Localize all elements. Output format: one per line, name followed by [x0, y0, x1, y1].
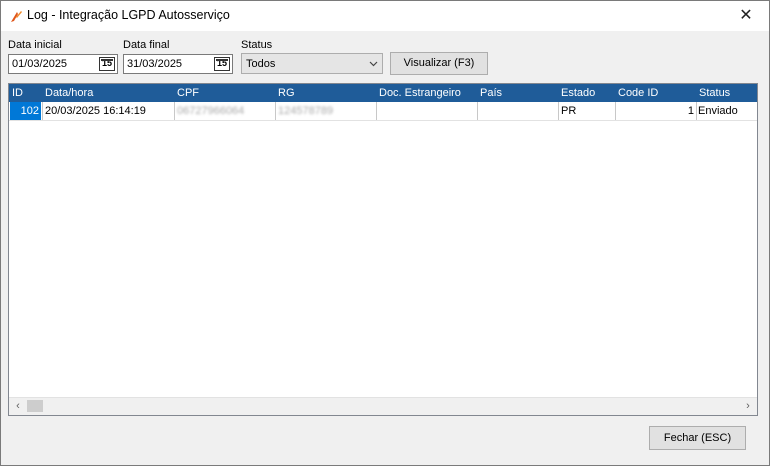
cell-id[interactable]: 102	[10, 102, 41, 120]
app-logo-icon	[11, 11, 22, 22]
calendar-icon[interactable]: 15	[99, 57, 115, 71]
column-header-rg[interactable]: RG	[278, 87, 295, 99]
column-divider	[42, 102, 43, 120]
cell-cpf[interactable]: 06727966064	[177, 102, 244, 120]
scrollbar-thumb[interactable]	[27, 400, 43, 412]
dialog-window: Log - Integração LGPD Autosserviço ✕ Dat…	[0, 0, 770, 466]
column-header-id[interactable]: ID	[12, 87, 23, 99]
scroll-right-icon[interactable]: ›	[741, 399, 755, 413]
column-header-data-hora[interactable]: Data/hora	[45, 87, 93, 99]
column-header-doc-estrangeiro[interactable]: Doc. Estrangeiro	[379, 87, 461, 99]
chevron-down-icon	[369, 61, 378, 67]
horizontal-scrollbar[interactable]: ‹ ›	[9, 397, 757, 415]
data-final-label: Data final	[123, 39, 170, 51]
scroll-left-icon[interactable]: ‹	[11, 399, 25, 413]
table-header: ID Data/hora CPF RG Doc. Estrangeiro Paí…	[9, 84, 757, 102]
log-table[interactable]: ID Data/hora CPF RG Doc. Estrangeiro Paí…	[8, 83, 758, 416]
data-inicial-value: 01/03/2025	[12, 58, 68, 70]
column-header-cpf[interactable]: CPF	[177, 87, 199, 99]
data-inicial-field[interactable]: 01/03/2025 15	[8, 54, 118, 74]
cell-estado[interactable]: PR	[561, 102, 576, 120]
column-divider	[615, 102, 616, 120]
status-select[interactable]: Todos	[241, 53, 383, 74]
column-divider	[696, 102, 697, 120]
calendar-icon[interactable]: 15	[214, 57, 230, 71]
column-header-status[interactable]: Status	[699, 87, 730, 99]
data-inicial-label: Data inicial	[8, 39, 62, 51]
column-divider	[558, 102, 559, 120]
column-divider	[477, 102, 478, 120]
cell-doc-estrangeiro[interactable]	[379, 102, 477, 120]
column-divider	[275, 102, 276, 120]
cell-code-id[interactable]: 1	[616, 102, 694, 120]
column-header-estado[interactable]: Estado	[561, 87, 595, 99]
visualizar-button[interactable]: Visualizar (F3)	[390, 52, 488, 75]
title-bar: Log - Integração LGPD Autosserviço ✕	[1, 1, 769, 31]
status-select-value: Todos	[246, 58, 276, 70]
column-header-code-id[interactable]: Code ID	[618, 87, 658, 99]
window-title: Log - Integração LGPD Autosserviço	[27, 8, 230, 22]
table-row[interactable]: 102 20/03/2025 16:14:19 06727966064 1245…	[9, 102, 757, 120]
column-divider	[174, 102, 175, 120]
row-divider	[9, 120, 757, 121]
close-button[interactable]: ✕	[723, 1, 769, 31]
data-final-field[interactable]: 31/03/2025 15	[123, 54, 233, 74]
cell-data-hora[interactable]: 20/03/2025 16:14:19	[45, 102, 146, 120]
column-header-pais[interactable]: País	[480, 87, 502, 99]
column-divider	[376, 102, 377, 120]
fechar-button[interactable]: Fechar (ESC)	[649, 426, 746, 450]
status-filter-label: Status	[241, 39, 273, 51]
cell-status[interactable]: Enviado	[698, 102, 738, 120]
cell-pais[interactable]	[480, 102, 558, 120]
data-final-value: 31/03/2025	[127, 58, 183, 70]
cell-rg[interactable]: 124578789	[278, 102, 333, 120]
